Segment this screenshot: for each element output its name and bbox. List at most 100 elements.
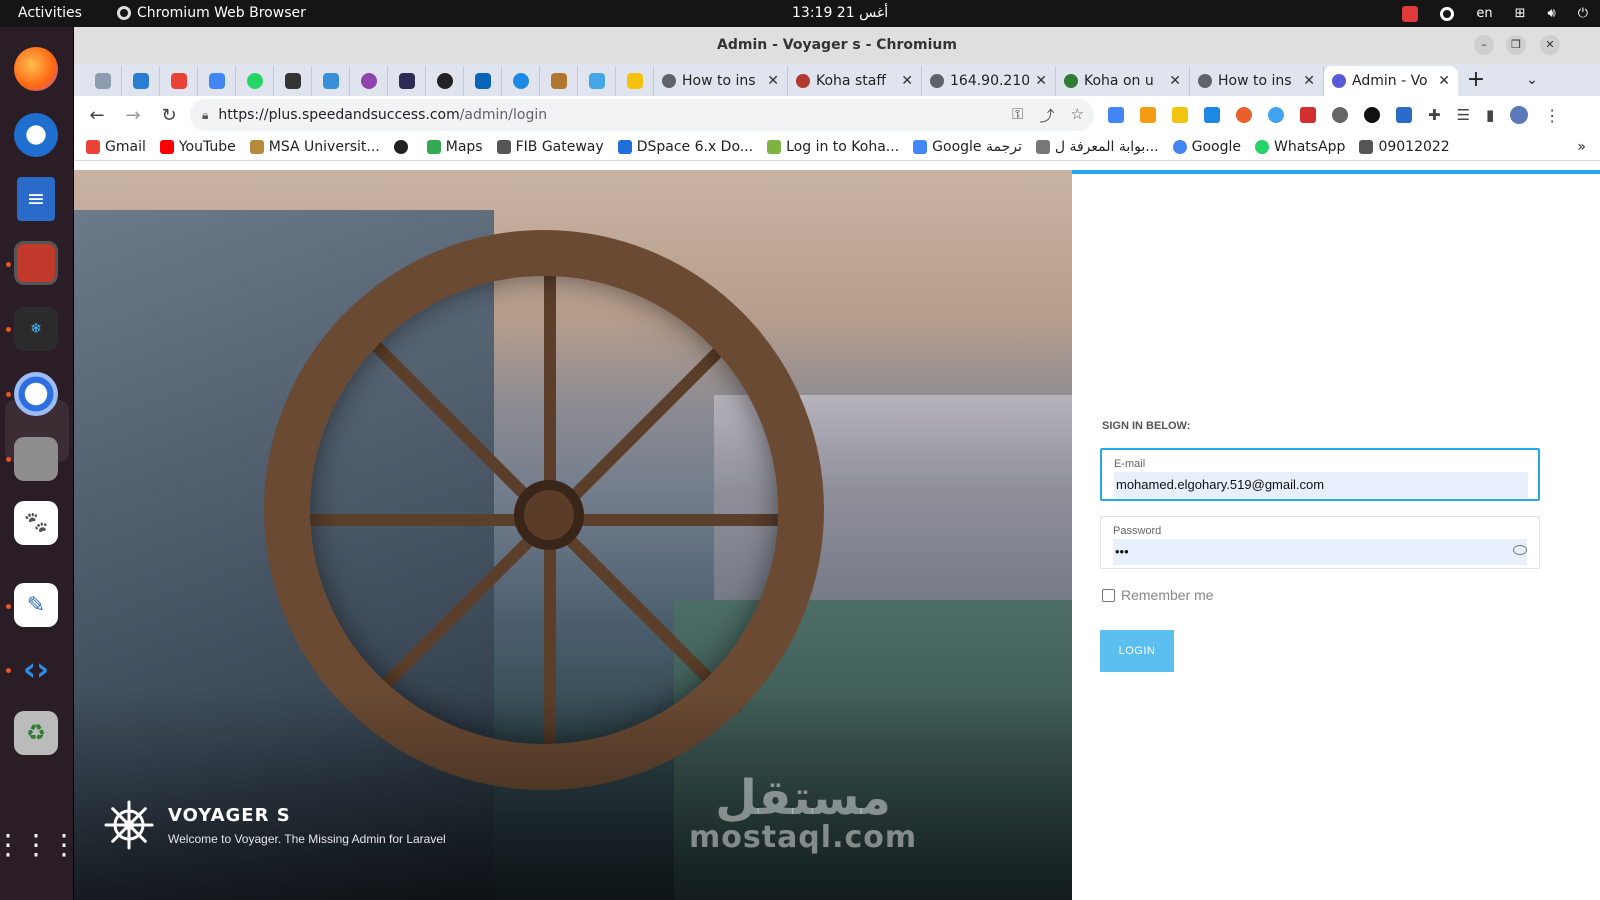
settings-app-icon[interactable]: ❄: [14, 307, 58, 351]
profile-avatar-icon[interactable]: [1510, 106, 1529, 124]
pinned-tab[interactable]: [616, 66, 654, 96]
sync-extension-icon[interactable]: [1268, 107, 1284, 123]
bookmark-item[interactable]: [393, 140, 413, 154]
thunderbird-icon[interactable]: [14, 113, 58, 157]
browser-menu-icon[interactable]: ⋮: [1544, 106, 1560, 125]
minimize-button[interactable]: –: [1474, 35, 1494, 55]
show-password-eye-icon[interactable]: [1513, 545, 1527, 555]
browser-tab[interactable]: How to ins ✕: [654, 66, 788, 96]
tab-search-icon[interactable]: ⌄: [1514, 66, 1550, 96]
address-bar[interactable]: 🔒︎ https://plus.speedandsuccess.com/admi…: [190, 99, 1094, 131]
screen-share-icon[interactable]: [1402, 5, 1419, 22]
lock-icon[interactable]: 🔒︎: [202, 108, 208, 123]
bookmark-item[interactable]: YouTube: [159, 139, 236, 155]
gear-extension-icon[interactable]: [1332, 107, 1348, 123]
side-panel-icon[interactable]: ▮: [1486, 106, 1494, 124]
pinned-tab[interactable]: [350, 66, 388, 96]
rss-extension-icon[interactable]: [1140, 107, 1156, 123]
clock[interactable]: 13:19 أغس 21: [792, 5, 888, 21]
bookmark-item[interactable]: FIB Gateway: [496, 139, 604, 155]
bookmark-item[interactable]: بوابة المعرفة ل...: [1035, 139, 1159, 155]
close-window-button[interactable]: ✕: [1540, 35, 1560, 55]
login-button[interactable]: LOGIN: [1100, 630, 1174, 672]
bookmark-item[interactable]: DSpace 6.x Do...: [617, 139, 753, 155]
text-editor-icon[interactable]: ✎: [14, 583, 58, 627]
firefox-icon[interactable]: [14, 47, 58, 91]
close-tab-icon[interactable]: ✕: [767, 73, 779, 89]
bookmark-item[interactable]: Log in to Koha...: [767, 139, 899, 155]
share-icon[interactable]: ⤴: [1040, 105, 1055, 126]
vote-extension-icon[interactable]: [1300, 107, 1316, 123]
dark-extension-icon[interactable]: [1364, 107, 1380, 123]
translate-extension-icon[interactable]: [1108, 107, 1124, 123]
close-tab-icon[interactable]: ✕: [1169, 73, 1181, 89]
bookmark-item[interactable]: Gmail: [86, 139, 146, 155]
browser-tab[interactable]: How to ins ✕: [1190, 66, 1324, 96]
highlighter-extension-icon[interactable]: [1172, 107, 1188, 123]
vscode-icon[interactable]: ‹›: [14, 647, 58, 691]
close-tab-icon[interactable]: ✕: [1438, 73, 1450, 89]
pinned-tab[interactable]: [84, 66, 122, 96]
extensions-puzzle-icon[interactable]: ✚: [1428, 106, 1441, 124]
browser-tab[interactable]: Koha staff ✕: [788, 66, 922, 96]
window-titlebar[interactable]: Admin - Voyager s - Chromium – ❐ ✕: [74, 27, 1600, 64]
pinned-tab[interactable]: [464, 66, 502, 96]
system-tray[interactable]: en ⊞ 🔊︎ ⏻: [1402, 3, 1588, 24]
close-tab-icon[interactable]: ✕: [1035, 73, 1047, 89]
pinned-tab[interactable]: [274, 66, 312, 96]
more-bookmarks-icon[interactable]: »: [1577, 139, 1586, 155]
reload-icon[interactable]: ↻: [154, 100, 184, 130]
email-input[interactable]: mohamed.elgohary.519@gmail.com: [1114, 472, 1528, 498]
remember-me-checkbox[interactable]: [1102, 588, 1115, 602]
pinned-tab[interactable]: [122, 66, 160, 96]
back-arrow-icon[interactable]: ←: [82, 100, 112, 130]
volume-icon[interactable]: 🔊︎: [1548, 6, 1556, 21]
email-field[interactable]: E-mail mohamed.elgohary.519@gmail.com: [1100, 448, 1540, 501]
bookmark-item[interactable]: Maps: [426, 139, 483, 155]
record-icon[interactable]: [1440, 6, 1455, 21]
chromium-icon[interactable]: [14, 372, 58, 416]
pinned-tab[interactable]: [502, 66, 540, 96]
bookmark-item[interactable]: WhatsApp: [1255, 139, 1345, 155]
bookmark-star-icon[interactable]: ☆: [1071, 105, 1084, 126]
browser-tab-active[interactable]: Admin - Vo ✕: [1324, 66, 1458, 96]
pinned-tab[interactable]: [236, 66, 274, 96]
password-field[interactable]: Password •••: [1100, 516, 1540, 569]
bookmark-item[interactable]: Google: [1172, 139, 1241, 155]
forward-arrow-icon[interactable]: →: [118, 100, 148, 130]
browser-tab[interactable]: 164.90.210 ✕: [922, 66, 1056, 96]
pinned-tab[interactable]: [160, 66, 198, 96]
remember-me[interactable]: Remember me: [1102, 587, 1214, 603]
new-tab-button[interactable]: +: [1458, 66, 1494, 96]
network-icon[interactable]: ⊞: [1515, 6, 1526, 21]
pinned-tab[interactable]: [578, 66, 616, 96]
pinned-tab[interactable]: [426, 66, 464, 96]
firefox-extension-icon[interactable]: [1236, 107, 1252, 123]
files-icon[interactable]: [14, 437, 58, 481]
power-icon[interactable]: ⏻: [1578, 6, 1588, 21]
close-tab-icon[interactable]: ✕: [1303, 73, 1315, 89]
maximize-button[interactable]: ❐: [1506, 35, 1526, 55]
show-apps-icon[interactable]: ⋮⋮⋮: [0, 822, 78, 866]
reading-list-icon[interactable]: ☰: [1457, 106, 1470, 124]
trash-icon[interactable]: ♻: [14, 711, 58, 755]
bookmark-folder[interactable]: 09012022: [1359, 139, 1450, 155]
pinned-tab[interactable]: [388, 66, 426, 96]
bookmark-item[interactable]: Google ترجمة: [913, 139, 1022, 155]
activities-button[interactable]: Activities: [18, 5, 82, 21]
language-indicator[interactable]: en: [1476, 6, 1492, 21]
image-extension-icon[interactable]: [1396, 107, 1412, 123]
browser-tab[interactable]: Koha on u ✕: [1056, 66, 1190, 96]
close-tab-icon[interactable]: ✕: [901, 73, 913, 89]
pinned-tab[interactable]: [312, 66, 350, 96]
dropbox-extension-icon[interactable]: [1204, 107, 1220, 123]
password-input[interactable]: •••: [1113, 539, 1527, 565]
key-icon[interactable]: ⚿: [1012, 105, 1023, 126]
pinned-tab[interactable]: [198, 66, 236, 96]
gimp-icon[interactable]: 🐾︎: [14, 501, 58, 545]
screen-recorder-icon[interactable]: [14, 241, 58, 285]
app-menu[interactable]: Chromium Web Browser: [117, 5, 306, 21]
writer-icon[interactable]: ≡: [17, 177, 55, 221]
bookmark-item[interactable]: MSA Universit...: [249, 139, 380, 155]
pinned-tab[interactable]: [540, 66, 578, 96]
